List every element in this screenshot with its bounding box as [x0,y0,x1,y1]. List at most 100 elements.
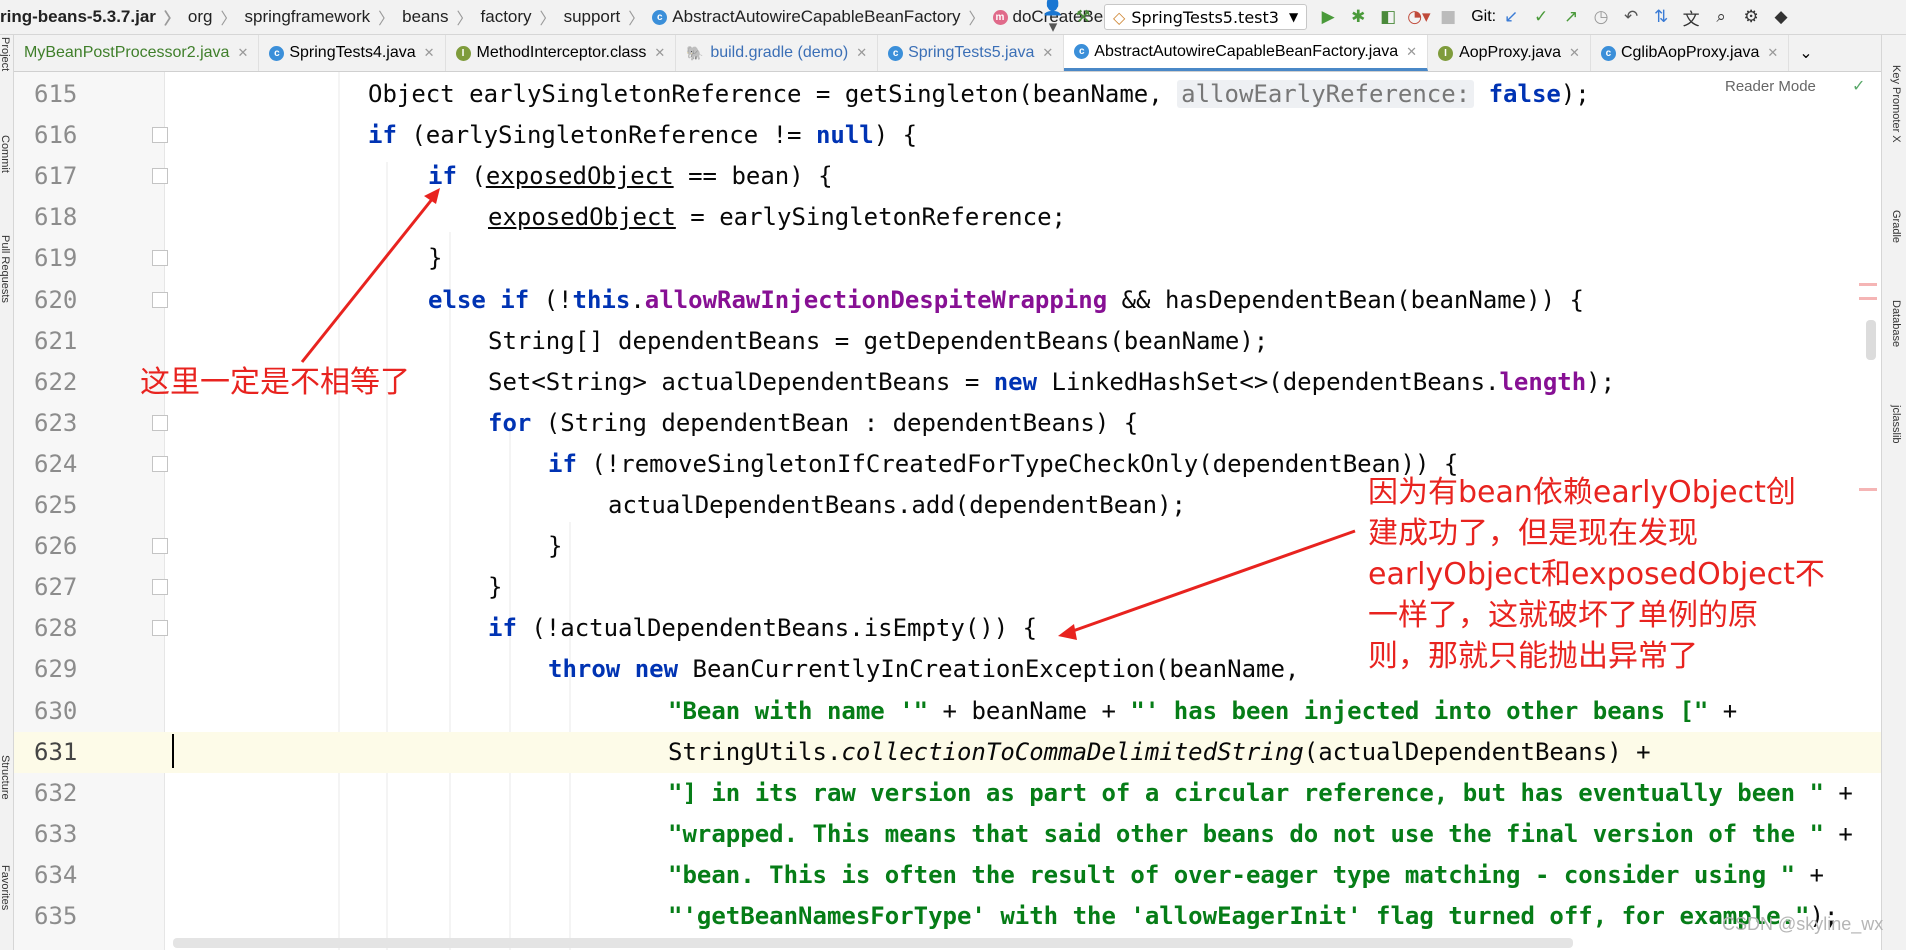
code-line-631[interactable]: 631 StringUtils.collectionToCommaDelimite… [14,731,1881,773]
line-number: 632 [34,778,78,807]
tool-commit[interactable]: Commit [0,135,11,173]
code-line-617[interactable]: 617 if (exposedObject == bean) { [14,156,1881,197]
chevron-right-icon: 〉 [456,11,473,28]
fold-marker-icon[interactable] [152,455,168,472]
breadcrumb-item-support[interactable]: support 〉 [564,5,653,29]
fold-marker-icon[interactable] [152,579,168,596]
vertical-scrollbar[interactable] [1866,320,1876,360]
tool-database[interactable]: Database [1890,300,1902,347]
profile-icon[interactable]: ◔▾ [1407,7,1430,27]
line-number: 622 [34,367,78,396]
debug-icon[interactable]: ✱ [1347,7,1369,27]
line-number: 623 [34,408,78,437]
code-line-621[interactable]: 621 String[] dependentBeans = getDependen… [14,321,1881,362]
error-stripe-marker[interactable] [1859,488,1877,491]
line-number: 617 [34,162,78,191]
user-icon[interactable]: 👤▾ [1042,0,1064,37]
code-line-623[interactable]: 623 for (String dependentBean : dependent… [14,403,1881,444]
tool-gradle[interactable]: Gradle [1890,210,1902,243]
code-line-630[interactable]: 630 "Bean with name '" + beanName + "' ha… [14,691,1881,732]
tab-build-gradle[interactable]: 🐘 build.gradle (demo) ✕ [676,35,879,71]
translate-icon[interactable]: 文 [1680,5,1702,30]
tab-label: AbstractAutowireCapableBeanFactory.java [1094,42,1399,60]
error-stripe-marker[interactable] [1859,283,1877,286]
run-configuration-select[interactable]: ◇ SpringTests5.test3 ▼ [1104,4,1308,30]
close-icon[interactable]: ✕ [1406,44,1417,60]
breadcrumb-label: ring-beans-5.3.7.jar [0,7,156,26]
code-line-635[interactable]: 635 "'getBeanNamesForType' with the 'allo… [14,896,1881,937]
fold-marker-icon[interactable] [152,250,168,267]
close-icon[interactable]: ✕ [237,45,248,61]
breadcrumb-item-factory[interactable]: factory 〉 [481,5,564,29]
vcs-operations-icon[interactable]: ⇅ [1650,7,1672,27]
horizontal-scrollbar[interactable] [173,938,1573,948]
tab-cglibaopproxy[interactable]: c CglibAopProxy.java ✕ [1591,35,1790,71]
code-line-634[interactable]: 634 "bean. This is often the result of ov… [14,855,1881,896]
tab-mybeanpostprocessor2[interactable]: MyBeanPostProcessor2.java ✕ [14,35,260,71]
history-icon[interactable]: ◷ [1590,7,1612,27]
line-number: 624 [34,449,78,478]
fold-marker-icon[interactable] [152,538,168,555]
code-text: "wrapped. This means that said other bea… [668,819,1853,848]
tool-structure[interactable]: Structure [0,755,11,800]
fold-marker-icon[interactable] [152,414,168,431]
build-hammer-icon[interactable]: ⚒ [1072,7,1094,27]
fold-marker-icon[interactable] [152,291,168,308]
close-icon[interactable]: ✕ [654,45,665,61]
tool-favorites[interactable]: Favorites [0,865,11,910]
code-line-616[interactable]: 616 if (earlySingletonReference != null) … [14,115,1881,156]
stop-icon[interactable]: ■ [1437,7,1459,27]
close-icon[interactable]: ✕ [1767,45,1778,61]
tool-pull-requests[interactable]: Pull Requests [0,235,11,303]
reader-mode-button[interactable]: Reader Mode [1725,78,1816,95]
rollback-icon[interactable]: ↶ [1620,7,1642,27]
line-number: 633 [34,819,78,848]
chevron-right-icon: 〉 [968,11,985,28]
close-icon[interactable]: ✕ [1569,45,1580,61]
tab-springtests5[interactable]: c SpringTests5.java ✕ [878,35,1065,71]
method-icon: m [992,9,1008,25]
ide-logo-icon[interactable]: ◆ [1770,7,1792,27]
text-caret [172,734,174,768]
breadcrumb-item-class[interactable]: c AbstractAutowireCapableBeanFactory 〉 [652,5,992,29]
line-number: 629 [34,655,78,684]
git-commit-icon[interactable]: ✓ [1530,7,1552,27]
close-icon[interactable]: ✕ [424,45,435,61]
tool-project[interactable]: Project [0,37,11,71]
code-line-633[interactable]: 633 "wrapped. This means that said other … [14,814,1881,855]
error-stripe-marker[interactable] [1859,297,1877,300]
tool-jclasslib[interactable]: jclasslib [1890,405,1902,444]
code-line-619[interactable]: 619} [14,238,1881,279]
git-update-icon[interactable]: ↙ [1500,7,1522,27]
run-icon[interactable]: ▶ [1317,7,1339,27]
tab-abstractautowirecapablebeanfactory[interactable]: c AbstractAutowireCapableBeanFactory.java… [1064,35,1429,71]
inspection-ok-icon[interactable]: ✓ [1852,76,1865,95]
git-push-icon[interactable]: ↗ [1560,7,1582,27]
fold-marker-icon[interactable] [152,620,168,637]
code-line-615[interactable]: 615 Object earlySingletonReference = getS… [14,74,1881,115]
code-line-620[interactable]: 620 else if (!this.allowRawInjectionDespi… [14,280,1881,321]
code-line-632[interactable]: 632 "] in its raw version as part of a ci… [14,773,1881,814]
class-icon: c [888,45,904,61]
breadcrumb-item-jar[interactable]: ring-beans-5.3.7.jar 〉 [0,5,188,29]
coverage-icon[interactable]: ◧ [1377,7,1399,27]
close-icon[interactable]: ✕ [856,45,867,61]
code-text: if (earlySingletonReference != null) { [368,121,918,150]
tab-methodinterceptor[interactable]: I MethodInterceptor.class ✕ [446,35,677,71]
right-tool-strip: Key Promoter X Gradle Database jclasslib [1881,35,1906,950]
git-label: Git: [1471,8,1497,25]
fold-marker-icon[interactable] [152,168,168,185]
fold-marker-icon[interactable] [152,127,168,144]
tab-overflow-button[interactable]: ⌄ [1789,35,1822,71]
tab-aopproxy[interactable]: I AopProxy.java ✕ [1428,35,1591,71]
breadcrumb-item-org[interactable]: org 〉 [188,5,245,29]
gear-icon[interactable]: ⚙ [1740,7,1762,27]
search-icon[interactable]: ⌕ [1710,7,1732,27]
breadcrumb-label: support [563,7,621,26]
code-line-618[interactable]: 618 exposedObject = earlySingletonReferen… [14,197,1881,238]
breadcrumb-item-springframework[interactable]: springframework 〉 [245,5,403,29]
breadcrumb-item-beans[interactable]: beans 〉 [402,5,480,29]
close-icon[interactable]: ✕ [1042,45,1053,61]
tab-springtests4[interactable]: c SpringTests4.java ✕ [259,35,446,71]
tool-key-promoter-x[interactable]: Key Promoter X [1890,65,1902,143]
